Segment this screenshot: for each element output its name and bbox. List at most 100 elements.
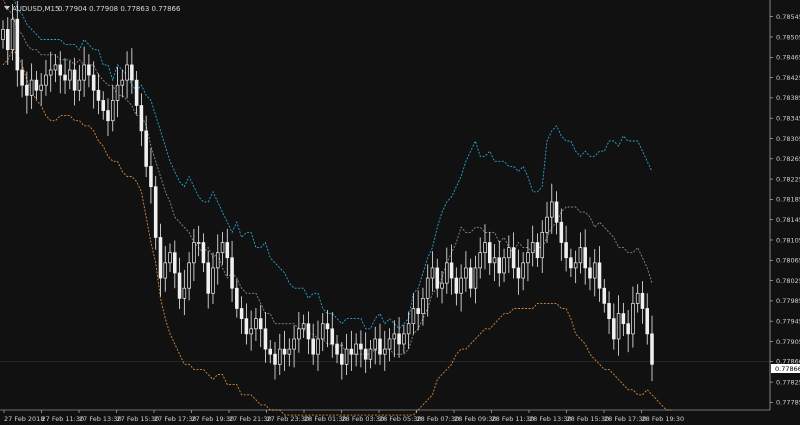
candle[interactable]: [258, 304, 263, 348]
candle[interactable]: [540, 220, 545, 273]
candle[interactable]: [397, 317, 401, 358]
candle[interactable]: [507, 235, 511, 273]
candle[interactable]: [550, 183, 554, 234]
candle[interactable]: [511, 232, 516, 279]
candle[interactable]: [612, 303, 616, 350]
candle[interactable]: [263, 312, 268, 363]
candle[interactable]: [545, 201, 549, 244]
candle[interactable]: [163, 246, 168, 292]
candle[interactable]: [416, 290, 420, 331]
candle[interactable]: [20, 59, 24, 98]
candle[interactable]: [249, 310, 253, 351]
candle[interactable]: [521, 252, 525, 291]
candle[interactable]: [177, 257, 182, 310]
candle[interactable]: [130, 48, 134, 94]
candle[interactable]: [316, 320, 320, 371]
candle[interactable]: [68, 60, 72, 90]
candle[interactable]: [139, 93, 144, 147]
candle[interactable]: [516, 249, 521, 295]
candle[interactable]: [349, 330, 354, 371]
candle[interactable]: [297, 312, 301, 353]
candle[interactable]: [225, 228, 230, 277]
candle[interactable]: [101, 91, 105, 120]
price-chart[interactable]: AUDUSD,M15 0.77904 0.77908 0.77863 0.778…: [0, 0, 800, 425]
candle[interactable]: [149, 148, 153, 204]
chart-window[interactable]: AUDUSD,M15 0.77904 0.77908 0.77863 0.778…: [0, 0, 800, 425]
candle[interactable]: [230, 241, 234, 302]
candle[interactable]: [153, 176, 158, 250]
candle[interactable]: [287, 338, 292, 367]
candle[interactable]: [220, 231, 225, 265]
candle[interactable]: [311, 323, 315, 365]
candle[interactable]: [192, 228, 196, 282]
candle[interactable]: [492, 244, 497, 282]
candle[interactable]: [435, 258, 440, 298]
candle[interactable]: [1, 20, 5, 49]
candle[interactable]: [206, 250, 210, 309]
candle[interactable]: [134, 70, 139, 115]
candle[interactable]: [187, 252, 191, 301]
candle[interactable]: [29, 63, 34, 110]
candle[interactable]: [363, 332, 368, 373]
candle[interactable]: [87, 54, 91, 88]
candle[interactable]: [39, 73, 43, 106]
candle[interactable]: [211, 252, 215, 304]
candle[interactable]: [268, 339, 273, 364]
candle[interactable]: [325, 310, 330, 348]
candle[interactable]: [120, 69, 125, 98]
candle[interactable]: [301, 314, 306, 338]
candle[interactable]: [34, 70, 39, 100]
candle[interactable]: [77, 64, 82, 101]
candle[interactable]: [478, 237, 482, 279]
candle[interactable]: [454, 267, 459, 306]
candle[interactable]: [91, 61, 96, 109]
candle[interactable]: [273, 341, 277, 380]
candle[interactable]: [502, 248, 506, 283]
candle[interactable]: [621, 302, 626, 336]
candle[interactable]: [406, 311, 411, 350]
candle[interactable]: [569, 248, 573, 278]
candle[interactable]: [53, 54, 58, 83]
candle[interactable]: [402, 324, 406, 354]
candle[interactable]: [635, 284, 640, 313]
candle[interactable]: [631, 286, 635, 348]
candle[interactable]: [430, 251, 435, 292]
candle[interactable]: [182, 269, 187, 316]
candle[interactable]: [378, 323, 382, 365]
candle[interactable]: [387, 328, 392, 362]
candle[interactable]: [344, 333, 349, 375]
candle[interactable]: [235, 279, 239, 318]
candle[interactable]: [640, 281, 645, 324]
candle[interactable]: [468, 258, 473, 298]
candle[interactable]: [96, 73, 101, 115]
candle[interactable]: [626, 310, 630, 353]
candle[interactable]: [82, 46, 86, 97]
candle[interactable]: [373, 326, 378, 365]
candle[interactable]: [650, 315, 654, 382]
candle[interactable]: [602, 279, 607, 313]
candle[interactable]: [359, 330, 363, 368]
candle[interactable]: [158, 223, 163, 297]
candle[interactable]: [254, 307, 258, 341]
candle[interactable]: [578, 232, 583, 274]
candle[interactable]: [215, 234, 220, 285]
candle[interactable]: [588, 257, 592, 291]
candle[interactable]: [196, 225, 201, 257]
candle[interactable]: [173, 240, 177, 289]
candle[interactable]: [583, 229, 587, 285]
candle[interactable]: [392, 320, 397, 358]
candle[interactable]: [106, 98, 110, 136]
candle[interactable]: [239, 296, 244, 334]
candle[interactable]: [110, 85, 115, 132]
candle[interactable]: [244, 303, 249, 345]
candle[interactable]: [44, 59, 48, 96]
candle[interactable]: [554, 191, 559, 235]
candle[interactable]: [464, 251, 468, 292]
candle[interactable]: [125, 51, 129, 99]
candle[interactable]: [449, 244, 454, 295]
candle[interactable]: [382, 330, 387, 371]
candles[interactable]: [1, 0, 654, 382]
candle[interactable]: [497, 241, 502, 287]
candle[interactable]: [15, 0, 20, 87]
candle[interactable]: [445, 247, 449, 294]
